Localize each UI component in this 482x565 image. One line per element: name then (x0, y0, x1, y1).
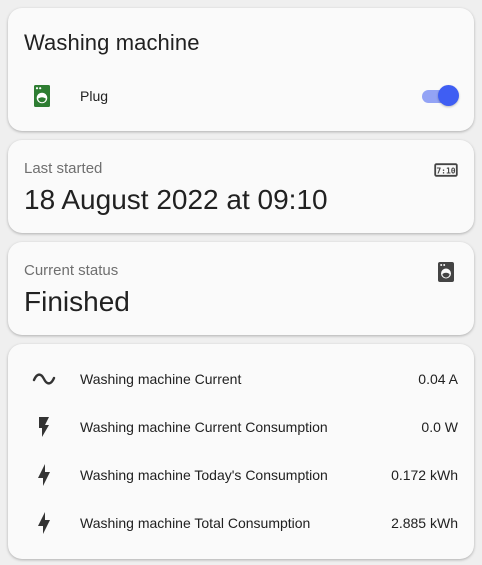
entity-row-current-consumption[interactable]: Washing machine Current Consumption 0.0 … (24, 407, 458, 447)
entity-row-total-consumption[interactable]: Washing machine Total Consumption 2.885 … (24, 503, 458, 543)
last-started-value: 18 August 2022 at 09:10 (24, 184, 328, 215)
current-status-value: Finished (24, 286, 130, 317)
svg-text:7:10: 7:10 (436, 166, 455, 175)
lightning-bolt-icon (24, 463, 64, 487)
entity-value: 0.0 W (421, 419, 458, 435)
plug-card: Washing machine Plug (8, 8, 474, 131)
sine-wave-icon (24, 367, 64, 391)
current-status-label: Current status (24, 262, 119, 279)
entity-value: 0.172 kWh (391, 467, 458, 483)
entity-row-today-consumption[interactable]: Washing machine Today's Consumption 0.17… (24, 455, 458, 495)
entity-value: 0.04 A (418, 371, 458, 387)
entity-row-current[interactable]: Washing machine Current 0.04 A (24, 359, 458, 399)
toggle-thumb (438, 85, 459, 106)
entity-value: 2.885 kWh (391, 515, 458, 531)
dashboard: Washing machine Plug Last started 18 Aug… (0, 0, 482, 565)
lightning-bolt-icon (24, 511, 64, 535)
plug-toggle[interactable] (422, 85, 459, 106)
entities-card: Washing machine Current 0.04 A Washing m… (8, 344, 474, 559)
card-title: Washing machine (24, 30, 200, 55)
current-status-card[interactable]: Current status Finished (8, 242, 474, 335)
washing-machine-icon[interactable] (24, 84, 64, 108)
clock-digital-icon: 7:10 (434, 158, 458, 182)
washing-machine-icon (434, 260, 458, 284)
flash-icon (24, 415, 64, 439)
entity-name: Washing machine Total Consumption (80, 515, 311, 531)
last-started-label: Last started (24, 160, 103, 177)
last-started-card[interactable]: Last started 18 August 2022 at 09:10 7:1… (8, 140, 474, 233)
entity-name: Washing machine Current Consumption (80, 419, 328, 435)
entity-name: Washing machine Today's Consumption (80, 467, 328, 483)
plug-label: Plug (80, 88, 109, 104)
entity-name: Washing machine Current (80, 371, 242, 387)
plug-row[interactable]: Plug (24, 80, 459, 112)
